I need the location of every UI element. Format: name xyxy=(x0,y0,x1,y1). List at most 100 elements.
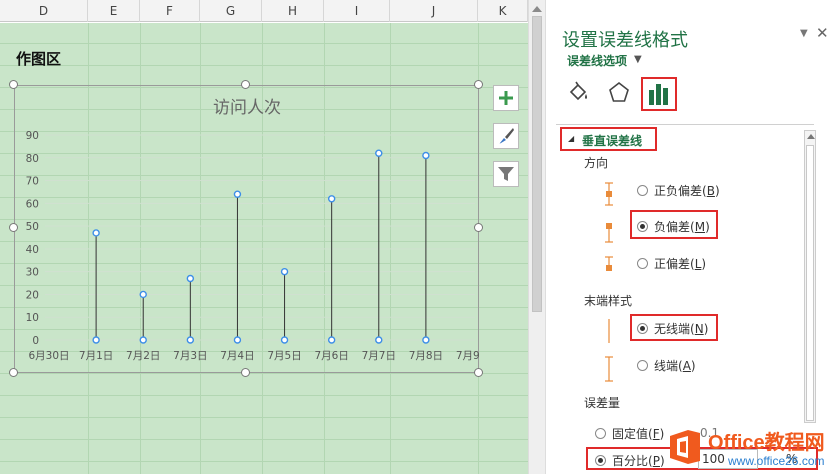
direction-heading: 方向 xyxy=(584,156,609,170)
column-header-d[interactable]: D xyxy=(0,0,88,22)
close-icon[interactable]: ✕ xyxy=(816,24,829,42)
resize-handle[interactable] xyxy=(9,368,18,377)
x-tick-label: 6月30日 xyxy=(28,350,69,362)
y-tick-label: 0 xyxy=(32,335,39,347)
chart-area[interactable]: 访问人次 0 10 20 30 40 50 60 70 80 90 6月30日 7月1日 7月2日 7月3日… xyxy=(14,85,480,374)
scroll-thumb[interactable] xyxy=(532,16,542,312)
x-tick-label: 7月4日 xyxy=(220,350,254,362)
watermark: Office教程网 www.office26.com xyxy=(668,424,830,472)
chart-styles-button[interactable] xyxy=(493,123,519,149)
paint-bucket-icon xyxy=(569,81,587,101)
minus-direction-icon xyxy=(605,223,613,243)
data-point[interactable] xyxy=(422,151,430,160)
pane-menu-chevron-icon[interactable]: ▼ xyxy=(800,28,808,39)
column-header-e[interactable]: E xyxy=(88,0,140,22)
direction-plus-option[interactable]: 正偏差(L) xyxy=(637,255,706,272)
pane-scroll-thumb[interactable] xyxy=(806,145,814,421)
column-header-f[interactable]: F xyxy=(140,0,200,22)
end-style-no-cap-option[interactable]: 无线端(N) xyxy=(637,320,708,337)
error-bar-end-point[interactable] xyxy=(92,336,100,344)
no-cap-radio[interactable] xyxy=(637,323,648,334)
error-bar-options-dropdown[interactable]: 误差线选项 xyxy=(567,52,627,69)
y-tick-label: 70 xyxy=(26,176,39,188)
y-tick-label: 30 xyxy=(26,267,39,279)
data-point[interactable] xyxy=(233,190,242,198)
direction-minus-option[interactable]: 负偏差(M) xyxy=(637,218,710,235)
fixed-value-radio[interactable] xyxy=(595,428,606,439)
data-point[interactable] xyxy=(139,290,147,299)
resize-handle[interactable] xyxy=(241,368,250,377)
cap-radio[interactable] xyxy=(637,360,648,371)
fixed-value-option[interactable]: 固定值(F) xyxy=(595,425,664,442)
column-header-k[interactable]: K xyxy=(478,0,528,22)
bar-chart-icon xyxy=(649,84,668,105)
error-bar-end-point[interactable] xyxy=(422,336,430,344)
column-headers: DEFGHIJK xyxy=(0,0,528,22)
y-tick-label: 10 xyxy=(26,312,39,324)
watermark-brand: Office教程网 xyxy=(708,432,825,454)
sheet-scrollbar[interactable] xyxy=(528,0,546,474)
data-point[interactable] xyxy=(92,229,100,237)
resize-handle[interactable] xyxy=(474,223,483,232)
pentagon-icon xyxy=(609,81,629,102)
chart-filters-button[interactable] xyxy=(493,161,519,187)
direction-both-option[interactable]: 正负偏差(B) xyxy=(637,182,720,199)
error-bar-end-point[interactable] xyxy=(233,336,242,344)
data-point[interactable] xyxy=(186,274,195,283)
error-bar-end-point[interactable] xyxy=(186,336,195,344)
error-bar-end-point[interactable] xyxy=(375,336,383,344)
direction-plus-radio[interactable] xyxy=(637,258,648,269)
x-tick-label: 7月1日 xyxy=(79,350,113,362)
grid-row-line xyxy=(0,461,528,462)
error-bar-end-point[interactable] xyxy=(139,336,147,344)
chart-elements-button[interactable] xyxy=(493,85,519,111)
data-point[interactable] xyxy=(375,149,383,157)
cap-icon xyxy=(605,356,613,382)
chart-title[interactable]: 访问人次 xyxy=(213,98,281,118)
collapse-triangle-icon[interactable]: ◢ xyxy=(568,134,574,143)
x-tick-label: 7月7日 xyxy=(362,350,396,362)
resize-handle[interactable] xyxy=(241,80,250,89)
percent-radio[interactable] xyxy=(595,455,606,466)
y-tick-label: 80 xyxy=(26,153,39,165)
grid-row-line xyxy=(0,439,528,440)
end-style-cap-option[interactable]: 线端(A) xyxy=(637,357,696,374)
data-point[interactable] xyxy=(280,267,289,276)
chart[interactable]: 访问人次 0 10 20 30 40 50 60 70 80 90 6月30日 7月1日 7月2日 7月3日… xyxy=(15,86,480,374)
y-tick-label: 40 xyxy=(26,244,39,256)
column-header-i[interactable]: I xyxy=(324,0,390,22)
grid-row-line xyxy=(0,417,528,418)
column-header-g[interactable]: G xyxy=(200,0,262,22)
error-bar-options-tab[interactable] xyxy=(641,77,677,111)
data-point[interactable] xyxy=(327,195,336,203)
fill-line-tab[interactable] xyxy=(564,78,594,108)
column-header-h[interactable]: H xyxy=(262,0,324,22)
plot-area-label: 作图区 xyxy=(16,50,62,68)
chevron-down-icon[interactable]: ▼ xyxy=(634,54,642,65)
pane-scroll-up-icon[interactable] xyxy=(807,134,815,139)
resize-handle[interactable] xyxy=(9,223,18,232)
resize-handle[interactable] xyxy=(9,80,18,89)
end-style-heading: 末端样式 xyxy=(584,294,633,308)
y-tick-label: 20 xyxy=(26,289,39,301)
error-bar-end-point[interactable] xyxy=(327,336,336,344)
both-direction-icon xyxy=(605,182,613,206)
resize-handle[interactable] xyxy=(474,80,483,89)
x-tick-label: 7月3日 xyxy=(173,350,207,362)
y-tick-label: 60 xyxy=(26,198,39,210)
error-amount-heading: 误差量 xyxy=(584,396,621,410)
x-tick-label: 7月5日 xyxy=(267,350,301,362)
pane-scrollbar[interactable] xyxy=(804,130,816,423)
direction-minus-radio[interactable] xyxy=(637,221,648,232)
scroll-up-icon[interactable] xyxy=(532,6,542,12)
percent-option[interactable]: 百分比(P) xyxy=(595,452,665,469)
resize-handle[interactable] xyxy=(474,368,483,377)
tab-separator xyxy=(556,124,814,125)
direction-both-radio[interactable] xyxy=(637,185,648,196)
column-header-j[interactable]: J xyxy=(390,0,478,22)
y-tick-label: 90 xyxy=(26,130,39,142)
error-bar-end-point[interactable] xyxy=(280,336,289,344)
grid-row-line xyxy=(0,43,528,44)
vertical-error-bars-section[interactable]: 垂直误差线 xyxy=(582,132,642,149)
effects-tab[interactable] xyxy=(604,78,634,108)
